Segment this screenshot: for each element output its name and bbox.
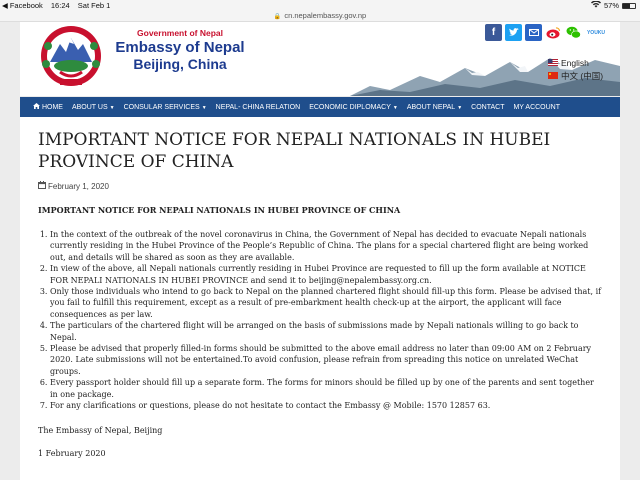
- calendar-icon: [38, 181, 46, 191]
- article-subheading: IMPORTANT NOTICE FOR NEPALI NATIONALS IN…: [38, 205, 401, 215]
- nav-label: NEPAL- CHINA RELATION: [215, 103, 301, 111]
- list-item: Only those individuals who intend to go …: [50, 286, 602, 320]
- email-icon[interactable]: [525, 24, 542, 41]
- list-item: In view of the above, all Nepali nationa…: [50, 263, 602, 286]
- language-switcher: English 中文 (中国): [548, 56, 603, 82]
- list-item: Please be advised that properly filled-i…: [50, 343, 602, 377]
- signature: The Embassy of Nepal, Beijing: [38, 425, 163, 435]
- nav-nepal-china-relation[interactable]: NEPAL- CHINA RELATION: [216, 104, 301, 111]
- wechat-icon[interactable]: [565, 24, 582, 41]
- twitter-icon[interactable]: [505, 24, 522, 41]
- nav-label: ABOUT US: [71, 103, 108, 111]
- list-item: The particulars of the chartered flight …: [50, 320, 602, 343]
- social-links: f YOUKU: [485, 24, 607, 41]
- list-item: For any clarifications or questions, ple…: [50, 400, 602, 411]
- signature-date: 1 February 2020: [38, 448, 106, 458]
- lock-icon: 🔒: [273, 14, 282, 20]
- article-date: February 1, 2020: [48, 181, 109, 191]
- main-navigation: HOME ABOUT US ▼ CONSULAR SERVICES ▼ NEPAL-…: [20, 97, 620, 117]
- wifi-icon: [590, 0, 601, 10]
- nav-about-us[interactable]: ABOUT US ▼: [72, 104, 115, 111]
- language-english[interactable]: English: [548, 56, 603, 69]
- nav-label: ECONOMIC DIPLOMACY: [309, 103, 391, 111]
- nav-label: CONSULAR SERVICES: [123, 103, 200, 111]
- nav-about-nepal[interactable]: ABOUT NEPAL ▼: [407, 104, 462, 111]
- list-item: Every passport holder should fill up a s…: [50, 377, 602, 400]
- chevron-down-icon: ▼: [109, 104, 115, 111]
- embassy-city: Beijing, China: [133, 56, 227, 72]
- site-header: Government of Nepal Embassy of Nepal Bei…: [20, 22, 620, 96]
- nav-contact[interactable]: CONTACT: [471, 104, 504, 111]
- notice-list: In the context of the outbreak of the no…: [38, 229, 602, 412]
- nav-label: MY ACCOUNT: [513, 103, 561, 111]
- weibo-icon[interactable]: [545, 24, 562, 41]
- battery-icon: [622, 2, 636, 9]
- article: IMPORTANT NOTICE FOR NEPALI NATIONALS IN…: [20, 117, 620, 480]
- embassy-name: Embassy of Nepal: [115, 39, 245, 56]
- language-chinese[interactable]: 中文 (中国): [548, 69, 603, 82]
- chevron-down-icon: ▼: [201, 104, 207, 111]
- address-bar[interactable]: 🔒 cn.nepalembassy.gov.np: [0, 11, 640, 22]
- facebook-icon[interactable]: f: [485, 24, 502, 41]
- home-icon: [33, 103, 42, 111]
- nav-home[interactable]: HOME: [33, 103, 63, 111]
- status-time: 16:24: [50, 1, 70, 10]
- site-title-block[interactable]: Government of Nepal Embassy of Nepal Bei…: [110, 28, 250, 72]
- nav-economic-diplomacy[interactable]: ECONOMIC DIPLOMACY ▼: [309, 104, 398, 111]
- government-label: Government of Nepal: [137, 28, 223, 38]
- nav-my-account[interactable]: MY ACCOUNT: [513, 104, 560, 111]
- nav-label: CONTACT: [471, 103, 505, 111]
- chevron-down-icon: ▼: [457, 104, 463, 111]
- nav-label: HOME: [41, 104, 63, 111]
- youku-icon[interactable]: YOUKU: [585, 24, 607, 41]
- nav-consular-services[interactable]: CONSULAR SERVICES ▼: [124, 104, 207, 111]
- status-bar: ◀ Facebook 16:24 Sat Feb 1 57%: [0, 0, 640, 11]
- us-flag-icon: [548, 59, 558, 66]
- nepal-emblem-logo[interactable]: [38, 24, 104, 88]
- language-label: English: [561, 57, 589, 68]
- status-date: Sat Feb 1: [77, 1, 111, 10]
- nav-label: ABOUT NEPAL: [406, 103, 456, 111]
- list-item: In the context of the outbreak of the no…: [50, 229, 602, 263]
- article-date-row: February 1, 2020: [38, 181, 602, 191]
- language-label: 中文 (中国): [561, 70, 604, 81]
- battery-percent: 57%: [603, 1, 619, 10]
- china-flag-icon: [548, 72, 558, 79]
- article-title: IMPORTANT NOTICE FOR NEPALI NATIONALS IN…: [38, 130, 551, 172]
- chevron-down-icon: ▼: [392, 104, 398, 111]
- back-to-facebook-link[interactable]: ◀ Facebook: [2, 1, 43, 10]
- url-text: cn.nepalembassy.gov.np: [284, 11, 367, 20]
